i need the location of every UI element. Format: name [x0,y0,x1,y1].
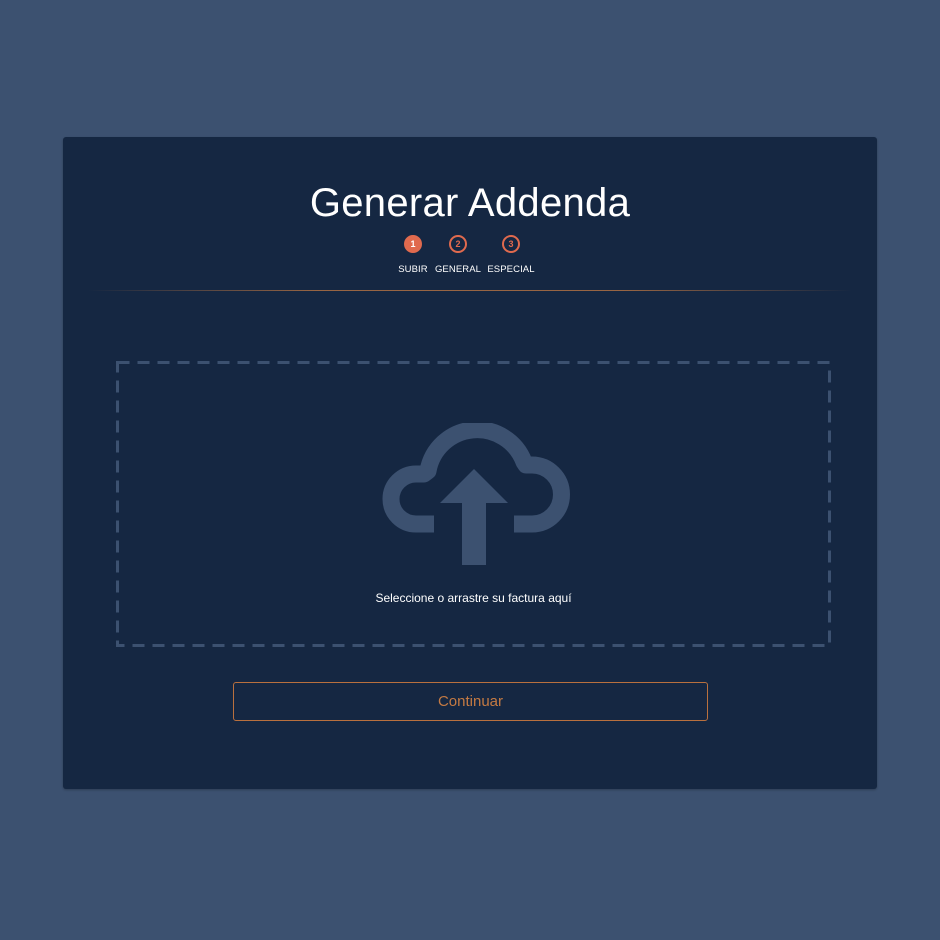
header-divider [88,290,852,291]
dropzone-instructions: Seleccione o arrastre su factura aquí [375,591,572,605]
cloud-upload-icon [382,423,570,565]
step-especial[interactable]: 3 ESPECIAL [476,235,546,275]
step-number: 1 [404,235,422,253]
step-label: ESPECIAL [487,264,535,275]
page-title: Generar Addenda [309,181,631,225]
step-number: 3 [502,235,520,253]
step-number: 2 [449,235,467,253]
step-indicator: 1 SUBIR 2 GENERAL 3 ESPECIAL [63,235,877,279]
file-dropzone[interactable]: Seleccione o arrastre su factura aquí [116,361,831,647]
continue-button[interactable]: Continuar [233,682,708,721]
addenda-card: Generar Addenda 1 SUBIR 2 GENERAL 3 ESPE… [63,137,877,789]
